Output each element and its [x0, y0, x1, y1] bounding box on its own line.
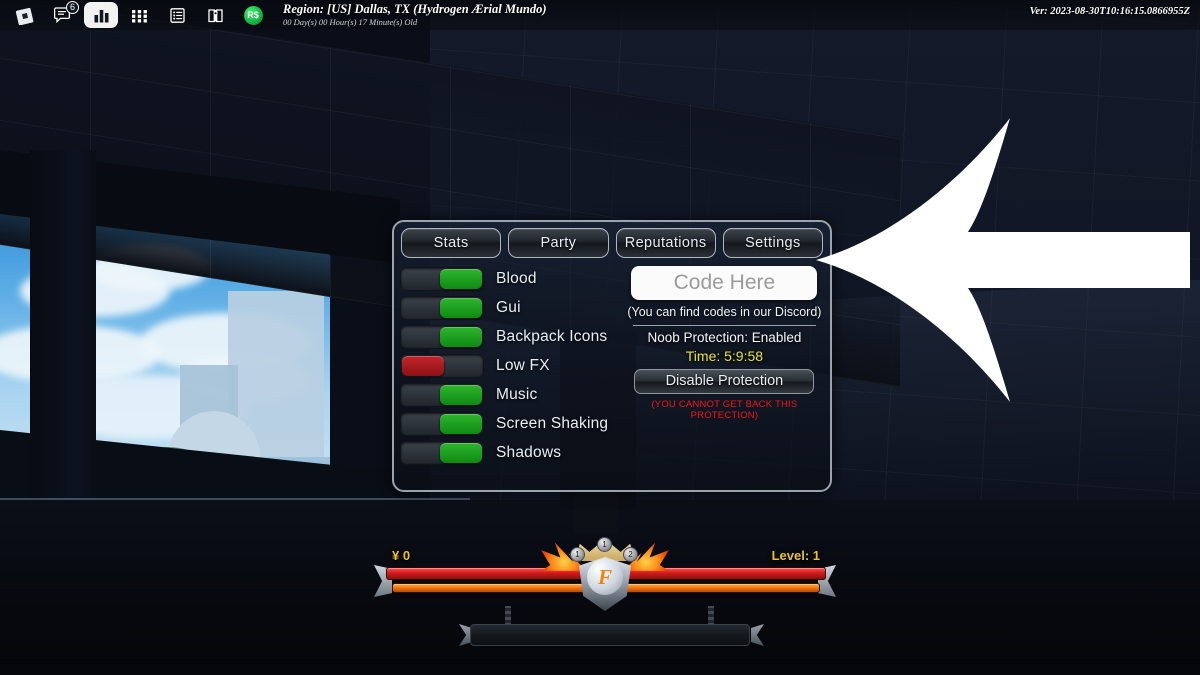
code-input[interactable]: Code Here: [631, 266, 818, 300]
settings-panel: Stats Party Reputations Settings Blood G…: [392, 220, 832, 492]
section-divider: [632, 324, 816, 326]
region-age: 00 Day(s) 00 Hour(s) 17 Minute(s) Old: [283, 16, 418, 27]
setting-row-backpack-icons: Backpack Icons: [400, 322, 627, 351]
protection-timer: Time: 5:9:58: [685, 347, 764, 364]
leaderboard-icon[interactable]: [84, 2, 118, 28]
emblem-gem: 2: [623, 547, 638, 562]
toggle-gui[interactable]: [400, 295, 484, 320]
emblem-letter: F: [597, 564, 612, 589]
panel-tabs: Stats Party Reputations Settings: [394, 222, 830, 258]
setting-row-music: Music: [400, 380, 627, 409]
setting-row-blood: Blood: [400, 264, 627, 293]
tab-party[interactable]: Party: [508, 228, 609, 258]
code-input-placeholder: Code Here: [673, 271, 776, 294]
toggle-knob: [440, 268, 482, 289]
region-info: Region: [US] Dallas, TX (Hydrogen Ærial …: [283, 3, 547, 26]
tab-settings[interactable]: Settings: [722, 228, 823, 258]
toggle-blood[interactable]: [400, 266, 484, 291]
code-redeem-section: Code Here (You can find codes in our Dis…: [627, 264, 830, 490]
setting-label: Music: [496, 385, 538, 403]
protection-status: Noob Protection: Enabled: [647, 329, 802, 345]
roblox-logo-icon[interactable]: [8, 2, 42, 28]
toggle-shadows[interactable]: [400, 440, 484, 465]
version-label: Ver: 2023-08-30T10:16:15.0866955Z: [1029, 6, 1190, 17]
setting-label: Backpack Icons: [496, 327, 608, 345]
code-hint-text: (You can find codes in our Discord): [627, 305, 822, 319]
setting-label: Gui: [496, 298, 521, 316]
setting-row-screen-shaking: Screen Shaking: [400, 409, 627, 438]
setting-label: Blood: [496, 269, 537, 287]
player-hud: ¥ 0 Level: 1 1 1 2 F: [370, 537, 840, 615]
player-character-head: [573, 490, 619, 534]
toggle-knob: [440, 413, 482, 434]
setting-label: Screen Shaking: [496, 414, 609, 432]
chat-unread-badge: 6: [66, 1, 79, 14]
setting-row-gui: Gui: [400, 293, 627, 322]
level-display: Level: 1: [771, 548, 820, 563]
list-icon[interactable]: [160, 2, 194, 28]
region-name: Region: [US] Dallas, TX (Hydrogen Ærial …: [283, 2, 547, 17]
chat-icon[interactable]: 6: [46, 1, 80, 28]
robux-icon[interactable]: R$: [236, 2, 270, 28]
toggle-knob: [440, 442, 482, 463]
settings-toggle-list: Blood Gui Backpack Icons Low FX Music Sc…: [394, 264, 627, 490]
toggle-knob: [440, 326, 482, 347]
player-emblem: 1 1 2 F: [541, 535, 669, 617]
disable-protection-button[interactable]: Disable Protection: [634, 368, 815, 394]
toggle-knob: [440, 384, 482, 405]
protection-warning: (YOU CANNOT GET BACK THIS PROTECTION): [651, 398, 798, 421]
tab-stats[interactable]: Stats: [401, 228, 502, 258]
emblem-gem: 1: [597, 537, 612, 552]
setting-label: Shadows: [496, 443, 562, 461]
setting-row-shadows: Shadows: [400, 438, 627, 467]
currency-display: ¥ 0: [392, 548, 411, 563]
panel-body: Blood Gui Backpack Icons Low FX Music Sc…: [394, 258, 830, 490]
emblem-orb: F: [587, 559, 623, 595]
game-screen: 6 R$ Region: [US] Dallas, TX (Hydrogen Æ…: [0, 0, 1200, 675]
toggle-knob: [440, 297, 482, 318]
pointer-arrow: [810, 110, 1190, 415]
toggle-screen-shaking[interactable]: [400, 411, 484, 436]
grid-menu-icon[interactable]: [122, 2, 156, 28]
inventory-hotbar[interactable]: [470, 624, 750, 646]
emblem-gem: 1: [570, 547, 585, 562]
setting-label: Low FX: [496, 356, 550, 374]
toggle-music[interactable]: [400, 382, 484, 407]
toggle-backpack-icons[interactable]: [400, 324, 484, 349]
roblox-topbar: 6 R$ Region: [US] Dallas, TX (Hydrogen Æ…: [0, 0, 1200, 30]
toggle-low-fx[interactable]: [400, 353, 484, 378]
tab-reputations[interactable]: Reputations: [615, 228, 716, 258]
guidebook-icon[interactable]: [198, 2, 232, 28]
robux-coin-label: R$: [243, 5, 263, 25]
setting-row-low-fx: Low FX: [400, 351, 627, 380]
toggle-knob: [402, 355, 444, 376]
